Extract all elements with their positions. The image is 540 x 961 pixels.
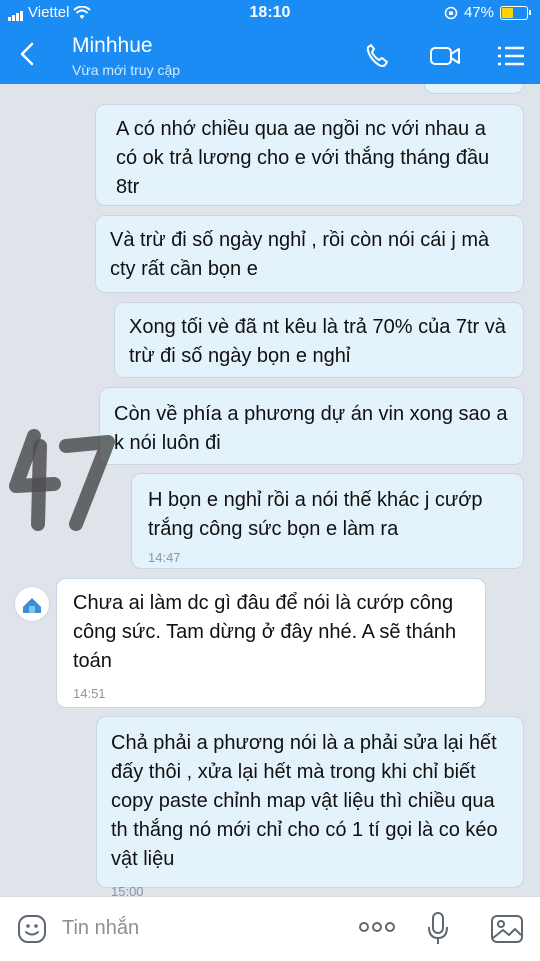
contact-name[interactable]: Minhhue	[72, 34, 153, 58]
back-arrow-icon[interactable]	[12, 38, 44, 70]
message-bubble-sent[interactable]: A có nhớ chiều qua ae ngồi nc với nhau a…	[95, 104, 524, 206]
contact-avatar[interactable]	[14, 586, 50, 622]
message-bubble-sent[interactable]: Xong tối vè đã nt kêu là trả 70% của 7tr…	[114, 302, 524, 378]
battery-icon	[500, 5, 531, 20]
message-text: H bọn e nghỉ rồi a nói thế khác j cướp t…	[148, 489, 483, 540]
microphone-icon[interactable]	[426, 911, 450, 947]
message-bubble-sent[interactable]: Còn về phía a phương dự án vin xong sao …	[99, 387, 524, 465]
message-bubble-sent[interactable]: Chả phải a phương nói là a phải sửa lại …	[96, 716, 524, 896]
status-bar: Viettel 18:10 47%	[0, 0, 540, 28]
message-time: 15:00	[111, 884, 144, 896]
message-bubble-received[interactable]: Chưa ai làm dc gì đâu để nói là cướp côn…	[56, 578, 486, 708]
message-input[interactable]: Tin nhắn	[62, 917, 139, 940]
message-text: Và trừ đi số ngày nghỉ , rồi còn nói cái…	[110, 229, 490, 280]
image-icon[interactable]	[490, 913, 524, 945]
message-bubble-sent[interactable]: Và trừ đi số ngày nghỉ , rồi còn nói cái…	[95, 215, 524, 293]
message-text: Chưa ai làm dc gì đâu để nói là cướp côn…	[73, 592, 457, 672]
orientation-lock-icon	[444, 6, 458, 19]
menu-icon[interactable]	[494, 40, 528, 72]
more-icon[interactable]	[358, 919, 396, 935]
message-text: Xong tối vè đã nt kêu là trả 70% của 7tr…	[129, 316, 506, 367]
battery-percent: 47%	[463, 4, 494, 21]
message-text: Chả phải a phương nói là a phải sửa lại …	[111, 732, 498, 870]
phone-icon[interactable]	[362, 40, 396, 72]
message-text: A có nhớ chiều qua ae ngồi nc với nhau a…	[116, 118, 490, 198]
message-bubble-sent[interactable]: H bọn e nghỉ rồi a nói thế khác j cướp t…	[131, 473, 524, 569]
chat-header: Minhhue Vừa mới truy cập	[0, 28, 540, 84]
message-bubble-partial	[424, 84, 524, 94]
message-time: 14:47	[148, 550, 181, 565]
sticker-icon[interactable]	[16, 913, 48, 945]
message-text: Còn về phía a phương dự án vin xong sao …	[114, 403, 508, 454]
contact-status: Vừa mới truy cập	[72, 62, 181, 78]
message-list[interactable]: A có nhớ chiều qua ae ngồi nc với nhau a…	[0, 84, 540, 896]
video-call-icon[interactable]	[428, 40, 462, 72]
message-time: 14:51	[73, 686, 106, 701]
handwritten-watermark	[9, 429, 115, 531]
message-input-bar: Tin nhắn	[0, 896, 540, 961]
